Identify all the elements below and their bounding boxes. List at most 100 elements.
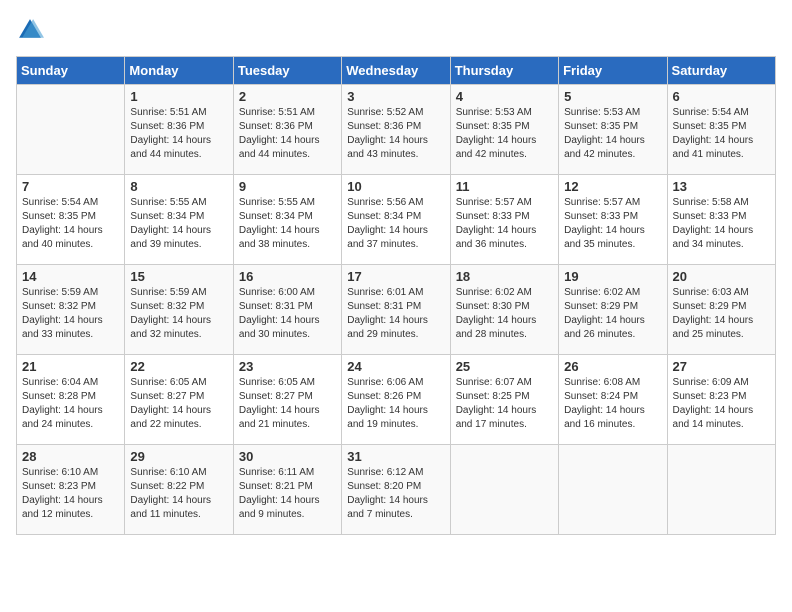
calendar-header-row: SundayMondayTuesdayWednesdayThursdayFrid… [17, 57, 776, 85]
cell-date-number: 21 [22, 359, 119, 374]
logo-icon [16, 16, 44, 44]
cell-info-text: Sunrise: 6:02 AM Sunset: 8:29 PM Dayligh… [564, 286, 661, 342]
cell-info-text: Sunrise: 6:05 AM Sunset: 8:27 PM Dayligh… [130, 376, 227, 432]
cell-date-number: 3 [347, 89, 444, 104]
calendar-cell: 31 Sunrise: 6:12 AM Sunset: 8:20 PM Dayli… [342, 445, 450, 535]
cell-date-number: 7 [22, 179, 119, 194]
cell-date-number: 10 [347, 179, 444, 194]
calendar-cell: 11 Sunrise: 5:57 AM Sunset: 8:33 PM Dayli… [450, 175, 558, 265]
calendar-cell: 4 Sunrise: 5:53 AM Sunset: 8:35 PM Daylig… [450, 85, 558, 175]
cell-date-number: 19 [564, 269, 661, 284]
cell-info-text: Sunrise: 5:54 AM Sunset: 8:35 PM Dayligh… [22, 196, 119, 252]
cell-info-text: Sunrise: 5:55 AM Sunset: 8:34 PM Dayligh… [130, 196, 227, 252]
calendar-cell: 18 Sunrise: 6:02 AM Sunset: 8:30 PM Dayli… [450, 265, 558, 355]
cell-info-text: Sunrise: 6:10 AM Sunset: 8:22 PM Dayligh… [130, 466, 227, 522]
cell-info-text: Sunrise: 6:08 AM Sunset: 8:24 PM Dayligh… [564, 376, 661, 432]
calendar-cell [559, 445, 667, 535]
calendar-cell: 9 Sunrise: 5:55 AM Sunset: 8:34 PM Daylig… [233, 175, 341, 265]
cell-date-number: 1 [130, 89, 227, 104]
calendar-cell: 27 Sunrise: 6:09 AM Sunset: 8:23 PM Dayli… [667, 355, 775, 445]
cell-info-text: Sunrise: 6:09 AM Sunset: 8:23 PM Dayligh… [673, 376, 770, 432]
cell-info-text: Sunrise: 6:11 AM Sunset: 8:21 PM Dayligh… [239, 466, 336, 522]
cell-date-number: 9 [239, 179, 336, 194]
weekday-header: Monday [125, 57, 233, 85]
calendar-cell: 1 Sunrise: 5:51 AM Sunset: 8:36 PM Daylig… [125, 85, 233, 175]
calendar-week-row: 1 Sunrise: 5:51 AM Sunset: 8:36 PM Daylig… [17, 85, 776, 175]
cell-info-text: Sunrise: 6:10 AM Sunset: 8:23 PM Dayligh… [22, 466, 119, 522]
cell-info-text: Sunrise: 5:58 AM Sunset: 8:33 PM Dayligh… [673, 196, 770, 252]
calendar-week-row: 21 Sunrise: 6:04 AM Sunset: 8:28 PM Dayli… [17, 355, 776, 445]
calendar-cell: 24 Sunrise: 6:06 AM Sunset: 8:26 PM Dayli… [342, 355, 450, 445]
cell-info-text: Sunrise: 5:51 AM Sunset: 8:36 PM Dayligh… [130, 106, 227, 162]
cell-date-number: 6 [673, 89, 770, 104]
cell-info-text: Sunrise: 5:59 AM Sunset: 8:32 PM Dayligh… [130, 286, 227, 342]
cell-date-number: 18 [456, 269, 553, 284]
calendar-cell: 15 Sunrise: 5:59 AM Sunset: 8:32 PM Dayli… [125, 265, 233, 355]
cell-date-number: 29 [130, 449, 227, 464]
calendar-cell: 14 Sunrise: 5:59 AM Sunset: 8:32 PM Dayli… [17, 265, 125, 355]
cell-date-number: 5 [564, 89, 661, 104]
calendar-cell: 17Sunrise: 6:01 AM Sunset: 8:31 PM Dayli… [342, 265, 450, 355]
cell-info-text: Sunrise: 6:05 AM Sunset: 8:27 PM Dayligh… [239, 376, 336, 432]
cell-date-number: 11 [456, 179, 553, 194]
calendar-week-row: 7 Sunrise: 5:54 AM Sunset: 8:35 PM Daylig… [17, 175, 776, 265]
weekday-header: Sunday [17, 57, 125, 85]
calendar-cell [450, 445, 558, 535]
calendar-cell: 12 Sunrise: 5:57 AM Sunset: 8:33 PM Dayli… [559, 175, 667, 265]
cell-info-text: Sunrise: 5:53 AM Sunset: 8:35 PM Dayligh… [456, 106, 553, 162]
cell-date-number: 22 [130, 359, 227, 374]
calendar-cell: 3 Sunrise: 5:52 AM Sunset: 8:36 PM Daylig… [342, 85, 450, 175]
cell-date-number: 25 [456, 359, 553, 374]
calendar-cell [17, 85, 125, 175]
calendar-cell: 28 Sunrise: 6:10 AM Sunset: 8:23 PM Dayli… [17, 445, 125, 535]
cell-date-number: 20 [673, 269, 770, 284]
cell-date-number: 24 [347, 359, 444, 374]
calendar-cell: 29 Sunrise: 6:10 AM Sunset: 8:22 PM Dayli… [125, 445, 233, 535]
calendar-week-row: 14 Sunrise: 5:59 AM Sunset: 8:32 PM Dayli… [17, 265, 776, 355]
cell-date-number: 27 [673, 359, 770, 374]
calendar-cell [667, 445, 775, 535]
page-header [16, 16, 776, 44]
cell-date-number: 31 [347, 449, 444, 464]
calendar-cell: 23 Sunrise: 6:05 AM Sunset: 8:27 PM Dayli… [233, 355, 341, 445]
cell-info-text: Sunrise: 5:57 AM Sunset: 8:33 PM Dayligh… [564, 196, 661, 252]
cell-info-text: Sunrise: 5:57 AM Sunset: 8:33 PM Dayligh… [456, 196, 553, 252]
cell-date-number: 16 [239, 269, 336, 284]
cell-info-text: Sunrise: 6:01 AM Sunset: 8:31 PM Dayligh… [347, 286, 444, 342]
cell-date-number: 2 [239, 89, 336, 104]
calendar-cell: 16Sunrise: 6:00 AM Sunset: 8:31 PM Dayli… [233, 265, 341, 355]
cell-info-text: Sunrise: 5:52 AM Sunset: 8:36 PM Dayligh… [347, 106, 444, 162]
cell-date-number: 12 [564, 179, 661, 194]
cell-info-text: Sunrise: 6:03 AM Sunset: 8:29 PM Dayligh… [673, 286, 770, 342]
cell-info-text: Sunrise: 5:53 AM Sunset: 8:35 PM Dayligh… [564, 106, 661, 162]
calendar-cell: 30 Sunrise: 6:11 AM Sunset: 8:21 PM Dayli… [233, 445, 341, 535]
cell-date-number: 14 [22, 269, 119, 284]
cell-info-text: Sunrise: 6:06 AM Sunset: 8:26 PM Dayligh… [347, 376, 444, 432]
cell-info-text: Sunrise: 5:56 AM Sunset: 8:34 PM Dayligh… [347, 196, 444, 252]
cell-date-number: 30 [239, 449, 336, 464]
logo [16, 16, 48, 44]
calendar-week-row: 28 Sunrise: 6:10 AM Sunset: 8:23 PM Dayli… [17, 445, 776, 535]
weekday-header: Wednesday [342, 57, 450, 85]
cell-info-text: Sunrise: 6:04 AM Sunset: 8:28 PM Dayligh… [22, 376, 119, 432]
weekday-header: Tuesday [233, 57, 341, 85]
cell-info-text: Sunrise: 6:02 AM Sunset: 8:30 PM Dayligh… [456, 286, 553, 342]
cell-date-number: 23 [239, 359, 336, 374]
calendar-cell: 6 Sunrise: 5:54 AM Sunset: 8:35 PM Daylig… [667, 85, 775, 175]
cell-date-number: 4 [456, 89, 553, 104]
cell-info-text: Sunrise: 6:07 AM Sunset: 8:25 PM Dayligh… [456, 376, 553, 432]
cell-date-number: 26 [564, 359, 661, 374]
cell-date-number: 15 [130, 269, 227, 284]
cell-info-text: Sunrise: 5:54 AM Sunset: 8:35 PM Dayligh… [673, 106, 770, 162]
weekday-header: Friday [559, 57, 667, 85]
calendar-cell: 10 Sunrise: 5:56 AM Sunset: 8:34 PM Dayli… [342, 175, 450, 265]
calendar-cell: 22 Sunrise: 6:05 AM Sunset: 8:27 PM Dayli… [125, 355, 233, 445]
weekday-header: Saturday [667, 57, 775, 85]
calendar-cell: 21 Sunrise: 6:04 AM Sunset: 8:28 PM Dayli… [17, 355, 125, 445]
cell-info-text: Sunrise: 5:55 AM Sunset: 8:34 PM Dayligh… [239, 196, 336, 252]
cell-info-text: Sunrise: 5:51 AM Sunset: 8:36 PM Dayligh… [239, 106, 336, 162]
cell-date-number: 28 [22, 449, 119, 464]
calendar-table: SundayMondayTuesdayWednesdayThursdayFrid… [16, 56, 776, 535]
cell-info-text: Sunrise: 6:12 AM Sunset: 8:20 PM Dayligh… [347, 466, 444, 522]
cell-info-text: Sunrise: 5:59 AM Sunset: 8:32 PM Dayligh… [22, 286, 119, 342]
